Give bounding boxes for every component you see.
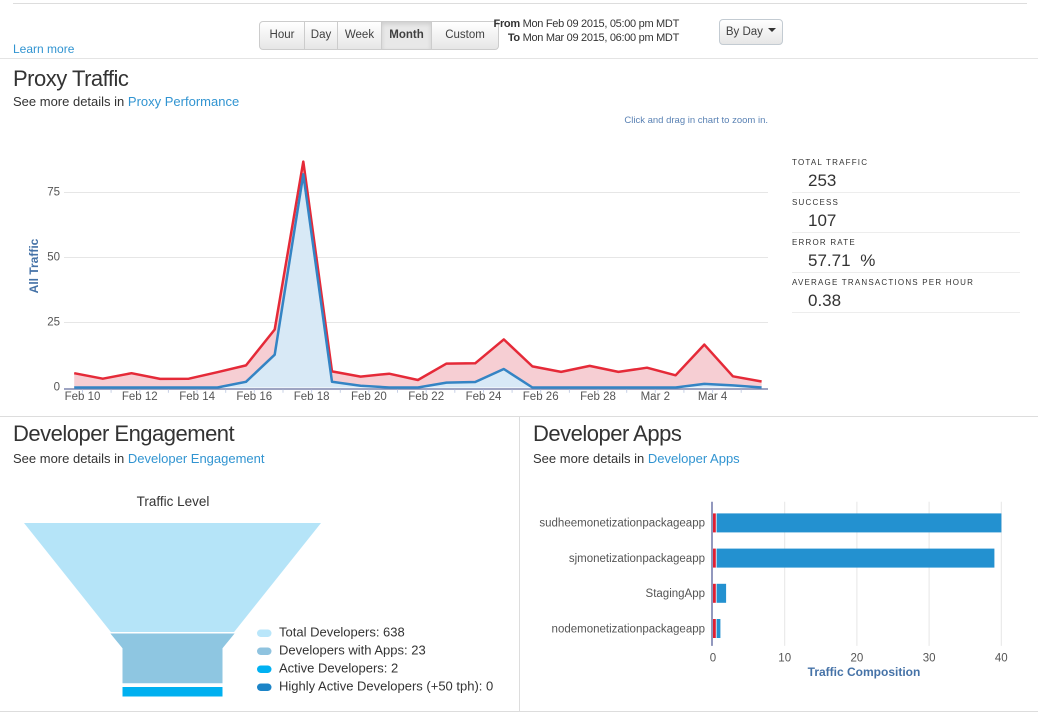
svg-text:sjmonetizationpackageapp: sjmonetizationpackageapp bbox=[569, 553, 705, 565]
svg-text:Feb 14: Feb 14 bbox=[179, 391, 215, 403]
svg-text:Total Developers: 638: Total Developers: 638 bbox=[279, 625, 405, 640]
svg-text:Feb 28: Feb 28 bbox=[580, 391, 616, 403]
svg-text:Traffic Composition: Traffic Composition bbox=[808, 665, 921, 679]
svg-text:sudheemonetizationpackageapp: sudheemonetizationpackageapp bbox=[539, 518, 705, 530]
svg-text:nodemonetizationpackageapp: nodemonetizationpackageapp bbox=[552, 623, 705, 635]
svg-text:20: 20 bbox=[851, 653, 864, 665]
svg-text:Developers with Apps: 23: Developers with Apps: 23 bbox=[279, 643, 426, 658]
svg-text:Feb 26: Feb 26 bbox=[523, 391, 559, 403]
svg-text:Feb 12: Feb 12 bbox=[122, 391, 158, 403]
svg-text:0: 0 bbox=[710, 653, 716, 665]
svg-text:Active Developers: 2: Active Developers: 2 bbox=[279, 661, 398, 676]
svg-text:0: 0 bbox=[54, 382, 60, 394]
svg-text:Feb 24: Feb 24 bbox=[466, 391, 502, 403]
svg-text:Mar 4: Mar 4 bbox=[698, 391, 728, 403]
svg-text:All Traffic: All Traffic bbox=[27, 238, 41, 293]
svg-text:50: 50 bbox=[47, 252, 60, 264]
svg-text:Feb 22: Feb 22 bbox=[408, 391, 444, 403]
svg-text:25: 25 bbox=[47, 317, 60, 329]
svg-text:10: 10 bbox=[778, 653, 791, 665]
svg-text:40: 40 bbox=[995, 653, 1008, 665]
svg-text:75: 75 bbox=[47, 187, 60, 199]
svg-text:Mar 2: Mar 2 bbox=[641, 391, 670, 403]
svg-text:Traffic Level: Traffic Level bbox=[137, 494, 210, 509]
svg-text:Feb 20: Feb 20 bbox=[351, 391, 387, 403]
svg-text:30: 30 bbox=[923, 653, 936, 665]
svg-text:Highly Active Developers (+50: Highly Active Developers (+50 tph): 0 bbox=[279, 679, 493, 694]
svg-text:StagingApp: StagingApp bbox=[646, 588, 705, 600]
svg-text:Feb 10: Feb 10 bbox=[65, 391, 101, 403]
svg-text:Feb 16: Feb 16 bbox=[236, 391, 272, 403]
svg-text:Feb 18: Feb 18 bbox=[294, 391, 330, 403]
